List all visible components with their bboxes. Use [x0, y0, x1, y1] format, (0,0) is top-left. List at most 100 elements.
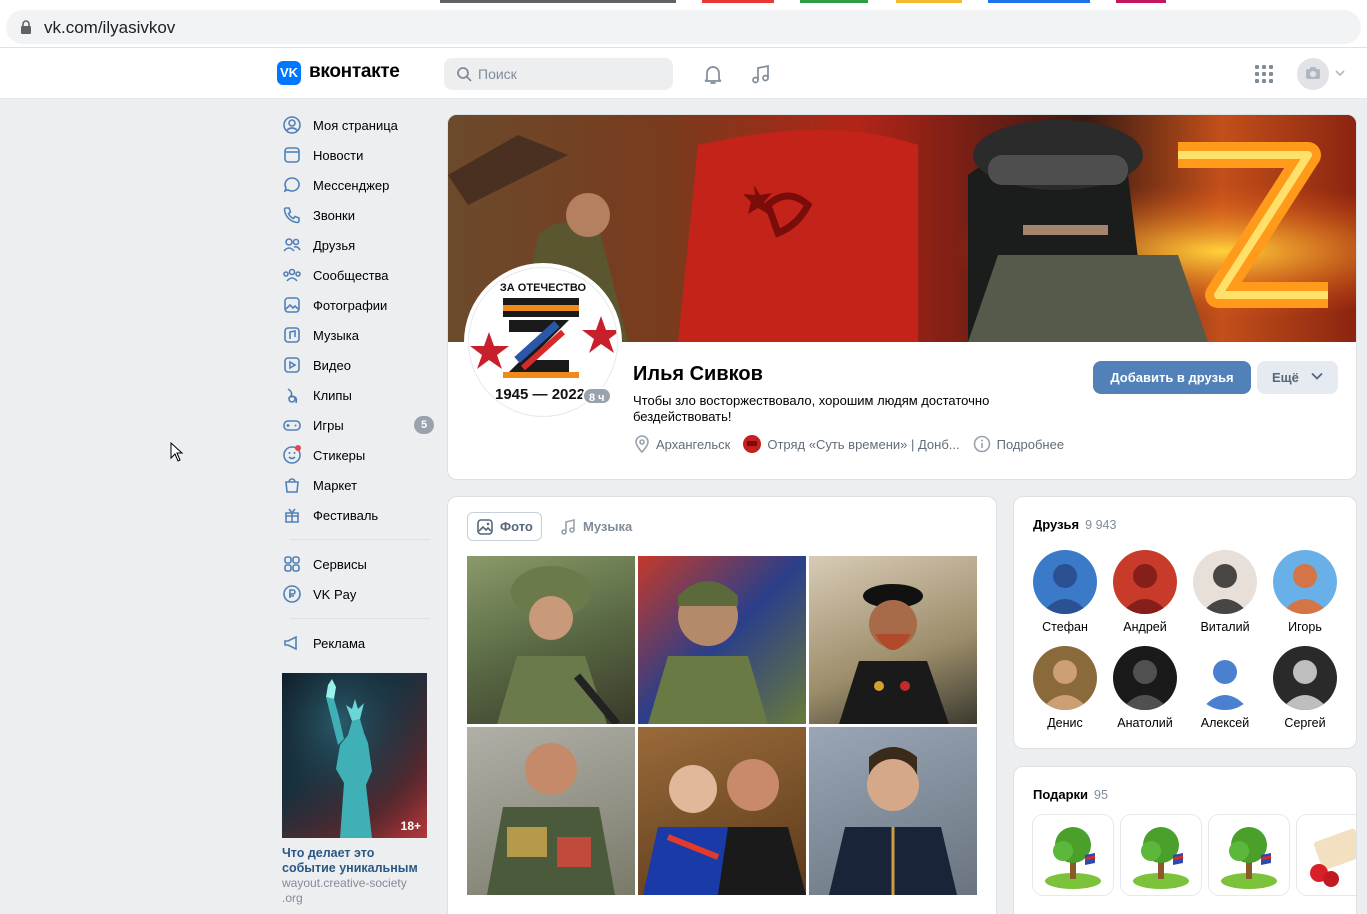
notification-dot [295, 445, 301, 451]
sidebar-item-news[interactable]: Новости [281, 140, 436, 170]
statue-of-liberty-image [282, 673, 427, 838]
sidebar-item-vkpay[interactable]: VK Pay [281, 579, 436, 609]
friend-avatar[interactable] [1113, 646, 1177, 710]
friend-avatar[interactable] [1193, 550, 1257, 614]
profile-name: Илья Сивков [633, 363, 763, 385]
vk-logo-icon[interactable]: VK [277, 61, 301, 85]
sidebar-item-ads[interactable]: Реклама [281, 628, 436, 658]
lock-icon[interactable] [20, 20, 32, 34]
photo-thumbnail[interactable] [809, 727, 977, 895]
friend-name[interactable]: Игорь [1265, 620, 1345, 634]
profile-more-info[interactable]: Подробнее [973, 435, 1064, 453]
sidebar-item-market[interactable]: Маркет [281, 470, 436, 500]
friend-name[interactable]: Андрей [1105, 620, 1185, 634]
friend-item[interactable]: Игорь [1265, 550, 1345, 634]
profile-group[interactable]: Отряд «Суть времени» | Донб... [743, 435, 960, 453]
friend-name[interactable]: Алексей [1185, 716, 1265, 730]
friend-name[interactable]: Сергей [1265, 716, 1345, 730]
group-avatar-icon [743, 435, 762, 453]
sidebar-item-services[interactable]: Сервисы [281, 549, 436, 579]
bell-icon[interactable] [701, 62, 725, 86]
sidebar-item-communities[interactable]: Сообщества [281, 260, 436, 290]
friends-card: Друзья 9 943 Стефан Андрей Виталий Игорь … [1013, 496, 1357, 749]
info-icon [973, 435, 990, 453]
vkpay-icon [282, 584, 302, 604]
sidebar-item-video[interactable]: Видео [281, 350, 436, 380]
friend-avatar[interactable] [1033, 646, 1097, 710]
services-icon [282, 554, 302, 574]
ad-title[interactable]: Что делает это событие уникальным [282, 846, 427, 876]
friend-avatar[interactable] [1113, 550, 1177, 614]
sidebar-item-photo[interactable]: Фотографии [281, 290, 436, 320]
friend-item[interactable]: Алексей [1185, 646, 1265, 730]
sidebar-divider [290, 618, 430, 619]
vk-logo-text[interactable]: вконтакте [309, 61, 400, 83]
friend-avatar[interactable] [1033, 550, 1097, 614]
sidebar-item-friends[interactable]: Друзья [281, 230, 436, 260]
music-note-icon[interactable] [749, 62, 773, 86]
friend-name[interactable]: Виталий [1185, 620, 1265, 634]
tab-photos[interactable]: Фото [467, 512, 542, 541]
sidebar-item-user-circle[interactable]: Моя страница [281, 110, 436, 140]
tab-music[interactable]: Музыка [551, 512, 640, 541]
gifts-header[interactable]: Подарки 95 [1033, 787, 1108, 802]
sidebar-item-label: Маркет [313, 477, 358, 493]
photo-thumbnail[interactable] [638, 556, 806, 724]
photo-thumbnail[interactable] [638, 727, 806, 895]
ad-image[interactable]: 18+ [282, 673, 427, 838]
sidebar-item-message[interactable]: Мессенджер [281, 170, 436, 200]
friend-avatar[interactable] [1193, 646, 1257, 710]
chevron-down-icon[interactable] [1335, 69, 1345, 77]
photo-thumbnail[interactable] [467, 556, 635, 724]
friend-name[interactable]: Анатолий [1105, 716, 1185, 730]
search-input[interactable] [478, 58, 668, 90]
festival-icon [282, 505, 302, 525]
friend-name[interactable]: Денис [1025, 716, 1105, 730]
sidebar-item-stickers[interactable]: Стикеры [281, 440, 436, 470]
sidebar-item-music[interactable]: Музыка [281, 320, 436, 350]
mouse-cursor-icon [170, 442, 184, 462]
phone-icon [282, 205, 302, 225]
photo-thumbnail[interactable] [467, 727, 635, 895]
user-circle-icon [282, 115, 302, 135]
user-avatar[interactable] [1297, 58, 1329, 90]
more-button-label: Ещё [1272, 370, 1299, 385]
photo-thumbnail[interactable] [809, 556, 977, 724]
sidebar-item-games[interactable]: Игры 5 [281, 410, 436, 440]
more-button[interactable]: Ещё [1257, 361, 1338, 394]
sidebar-item-label: Клипы [313, 387, 352, 403]
friend-name[interactable]: Стефан [1025, 620, 1105, 634]
sidebar-item-label: Сервисы [313, 556, 367, 572]
gift-item[interactable] [1209, 815, 1289, 895]
sidebar-item-festival[interactable]: Фестиваль [281, 500, 436, 530]
apps-grid-icon[interactable] [1252, 62, 1276, 86]
friend-avatar[interactable] [1273, 550, 1337, 614]
friend-item[interactable]: Андрей [1105, 550, 1185, 634]
market-icon [282, 475, 302, 495]
friend-avatar[interactable] [1273, 646, 1337, 710]
video-icon [282, 355, 302, 375]
gift-item[interactable] [1033, 815, 1113, 895]
ad-domain[interactable]: wayout.creative-society .org [282, 876, 427, 906]
sidebar-item-clips[interactable]: Клипы [281, 380, 436, 410]
gift-item[interactable] [1297, 815, 1356, 895]
friends-header[interactable]: Друзья 9 943 [1033, 517, 1116, 532]
friend-item[interactable]: Стефан [1025, 550, 1105, 634]
friend-item[interactable]: Сергей [1265, 646, 1345, 730]
message-icon [282, 175, 302, 195]
photo-icon [282, 295, 302, 315]
gift-item[interactable] [1121, 815, 1201, 895]
friend-item[interactable]: Анатолий [1105, 646, 1185, 730]
url-text[interactable]: vk.com/ilyasivkov [44, 18, 175, 38]
sidebar-item-phone[interactable]: Звонки [281, 200, 436, 230]
friend-item[interactable]: Денис [1025, 646, 1105, 730]
profile-city[interactable]: Архангельск [634, 435, 730, 453]
sidebar-item-label: Стикеры [313, 447, 366, 463]
sidebar-ad[interactable]: 18+ Что делает это событие уникальным wa… [282, 673, 427, 906]
friend-item[interactable]: Виталий [1185, 550, 1265, 634]
games-count-badge: 5 [414, 416, 434, 434]
add-friend-button[interactable]: Добавить в друзья [1093, 361, 1251, 394]
search-box[interactable] [444, 58, 673, 90]
address-bar[interactable]: vk.com/ilyasivkov [0, 6, 1367, 48]
profile-card: ЗА ОТЕЧЕСТВО 1945 — 2022 8 ч Илья Сивков… [447, 114, 1357, 480]
